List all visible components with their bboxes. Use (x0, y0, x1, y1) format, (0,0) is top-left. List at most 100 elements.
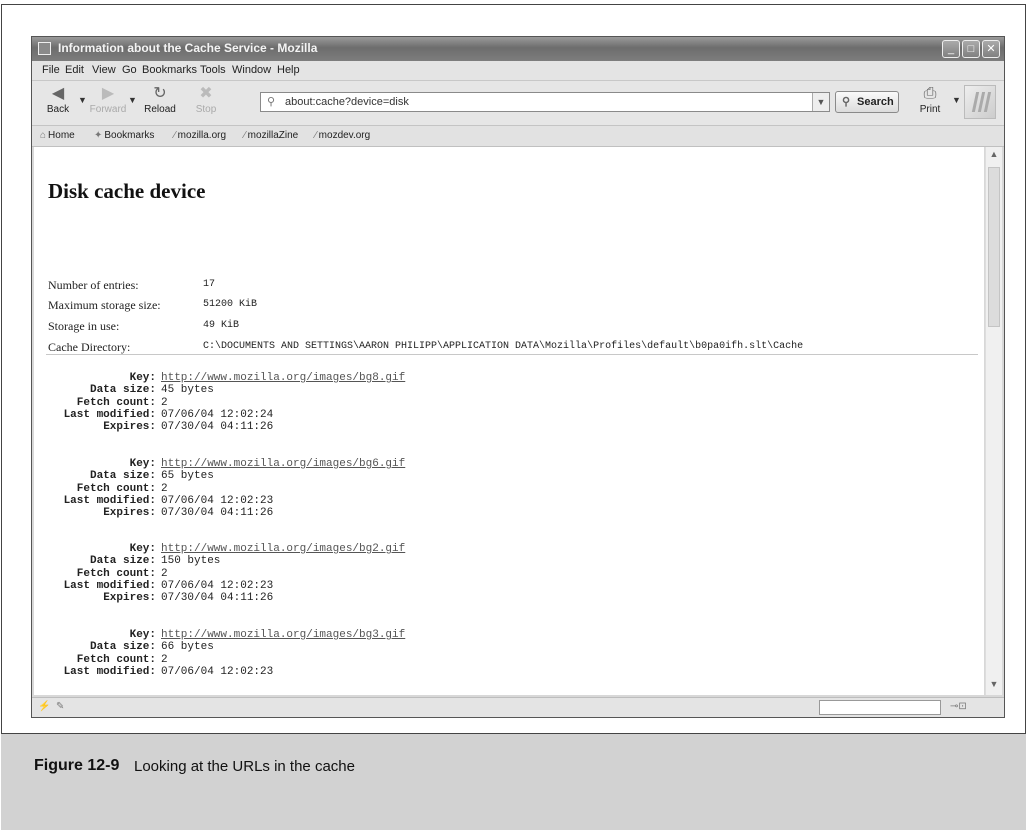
info-label: Storage in use: (48, 319, 120, 333)
entry-key-link[interactable]: http://www.mozilla.org/images/bg2.gif (161, 543, 405, 555)
menu-file[interactable]: File (42, 64, 60, 76)
entry-data-size: 66 bytes (161, 641, 214, 654)
expires-label: Expires: (103, 421, 156, 434)
entry-last-modified: 07/06/04 12:02:23 (161, 494, 274, 507)
bookmark-link-icon: ⁄ (244, 130, 246, 141)
page-content: Disk cache device Number of entries: 17 … (34, 147, 984, 695)
caption-text: Looking at the URLs in the cache (134, 758, 355, 775)
bookmark-mozilla-org[interactable]: ⁄ mozilla.org (174, 130, 226, 141)
entry-key-link[interactable]: http://www.mozilla.org/images/bg3.gif (161, 629, 405, 641)
last-modified-label: Last modified: (63, 494, 156, 507)
window-controls: _ □ ✕ (942, 40, 1000, 58)
info-value: 49 KiB (203, 320, 240, 331)
menu-view[interactable]: View (92, 64, 116, 76)
entry-fetch-count: 2 (161, 482, 168, 495)
key-label: Key: (129, 629, 156, 641)
reload-button[interactable]: ↻ Reload (140, 84, 180, 122)
bookmark-home[interactable]: ⌂ Home (40, 130, 75, 141)
forward-arrow-icon: ▶ (101, 85, 115, 102)
cache-entry: Key: http://www.mozilla.org/images/bg6.gi… (34, 458, 634, 519)
key-label: Key: (129, 543, 156, 555)
fetch-count-label: Fetch count: (76, 396, 156, 409)
entry-key-link[interactable]: http://www.mozilla.org/images/bg6.gif (161, 458, 405, 470)
home-icon: ⌂ (40, 130, 47, 141)
data-size-label: Data size: (89, 555, 156, 568)
forward-history-dropdown-icon[interactable]: ▼ (128, 95, 137, 105)
bookmark-bookmarks[interactable]: ✦ Bookmarks (94, 130, 154, 141)
back-button[interactable]: ◀ Back (38, 84, 78, 122)
info-value: C:\DOCUMENTS AND SETTINGS\AARON PHILIPP\… (203, 341, 804, 352)
cache-entry: Key: http://www.mozilla.org/images/bg8.gi… (34, 372, 634, 433)
bookmark-link-icon: ⁄ (174, 130, 176, 141)
entry-fetch-count: 2 (161, 567, 168, 580)
menu-edit[interactable]: Edit (65, 64, 84, 76)
progress-field (819, 700, 941, 715)
throbber-logo[interactable] (964, 85, 996, 119)
last-modified-label: Last modified: (63, 408, 156, 421)
navigation-toolbar: ◀ Back ▼ ▶ Forward ▼ ↻ Reload ✖ Stop ⚲ a… (32, 81, 1004, 126)
last-modified-label: Last modified: (63, 665, 156, 678)
data-size-label: Data size: (89, 641, 156, 654)
entry-expires: 07/30/04 04:11:26 (161, 507, 274, 520)
menu-go[interactable]: Go (122, 64, 137, 76)
print-dropdown-icon[interactable]: ▼ (952, 95, 961, 105)
last-modified-label: Last modified: (63, 579, 156, 592)
entry-expires: 07/30/04 04:11:26 (161, 421, 274, 434)
entry-data-size: 65 bytes (161, 470, 214, 483)
fetch-count-label: Fetch count: (76, 482, 156, 495)
search-button[interactable]: ⚲ Search (835, 91, 899, 113)
menu-tools[interactable]: Tools (200, 64, 226, 76)
print-icon: ⎙ (923, 85, 937, 102)
cache-entry: Key: http://www.mozilla.org/images/bg3.gi… (34, 629, 634, 678)
scroll-down-icon[interactable]: ▼ (986, 679, 1002, 693)
entry-last-modified: 07/06/04 12:02:24 (161, 408, 274, 421)
stop-icon: ✖ (199, 85, 213, 102)
info-value: 51200 KiB (203, 299, 258, 310)
back-history-dropdown-icon[interactable]: ▼ (78, 95, 87, 105)
fetch-count-label: Fetch count: (76, 567, 156, 580)
minimize-button[interactable]: _ (942, 40, 960, 58)
info-label: Number of entries: (48, 278, 139, 292)
menu-window[interactable]: Window (232, 64, 271, 76)
menu-bar: File Edit View Go Bookmarks Tools Window… (32, 61, 1004, 81)
address-dropdown-icon[interactable]: ▼ (812, 93, 829, 111)
reload-icon: ↻ (153, 85, 167, 102)
expires-label: Expires: (103, 507, 156, 520)
bookmark-mozillazine[interactable]: ⁄ mozillaZine (244, 130, 298, 141)
figure-number: Figure 12-9 (34, 757, 120, 774)
window-title: Information about the Cache Service - Mo… (58, 41, 318, 55)
offline-status-icon[interactable]: ⚡ (38, 701, 50, 712)
edit-page-icon[interactable]: ✎ (56, 701, 64, 712)
data-size-label: Data size: (89, 470, 156, 483)
entry-last-modified: 07/06/04 12:02:23 (161, 665, 274, 678)
forward-button[interactable]: ▶ Forward (88, 84, 128, 122)
entry-data-size: 150 bytes (161, 555, 221, 568)
divider (46, 354, 978, 355)
print-button[interactable]: ⎙ Print (910, 84, 950, 122)
scroll-up-icon[interactable]: ▲ (986, 149, 1002, 163)
page-icon: ⚲ (267, 96, 276, 108)
entry-expires: 07/30/04 04:11:26 (161, 592, 274, 605)
cache-entry: Key: http://www.mozilla.org/images/bg2.gi… (34, 543, 634, 604)
app-icon (38, 42, 51, 55)
entry-key-link[interactable]: http://www.mozilla.org/images/bg8.gif (161, 372, 405, 384)
entry-fetch-count: 2 (161, 396, 168, 409)
address-bar[interactable]: ⚲ about:cache?device=disk ▼ (260, 92, 830, 112)
scrollbar-thumb[interactable] (988, 167, 1000, 327)
key-label: Key: (129, 458, 156, 470)
menu-help[interactable]: Help (277, 64, 300, 76)
address-url[interactable]: about:cache?device=disk (285, 96, 409, 108)
expires-label: Expires: (103, 592, 156, 605)
vertical-scrollbar[interactable]: ▲ ▼ (985, 147, 1002, 695)
status-bar: ⚡ ✎ ⊸⊡ (32, 697, 1004, 717)
bookmark-mozdev-org[interactable]: ⁄ mozdev.org (315, 130, 370, 141)
close-button[interactable]: ✕ (982, 40, 1000, 58)
entry-fetch-count: 2 (161, 653, 168, 666)
stop-button[interactable]: ✖ Stop (186, 84, 226, 122)
search-icon: ⚲ (842, 96, 851, 108)
maximize-button[interactable]: □ (962, 40, 980, 58)
personal-toolbar: ⌂ Home ✦ Bookmarks ⁄ mozilla.org ⁄ mozillaZi… (32, 126, 1004, 147)
menu-bookmarks[interactable]: Bookmarks (142, 64, 197, 76)
back-arrow-icon: ◀ (51, 85, 65, 102)
figure-caption: Figure 12-9 Looking at the URLs in the c… (1, 733, 1026, 830)
